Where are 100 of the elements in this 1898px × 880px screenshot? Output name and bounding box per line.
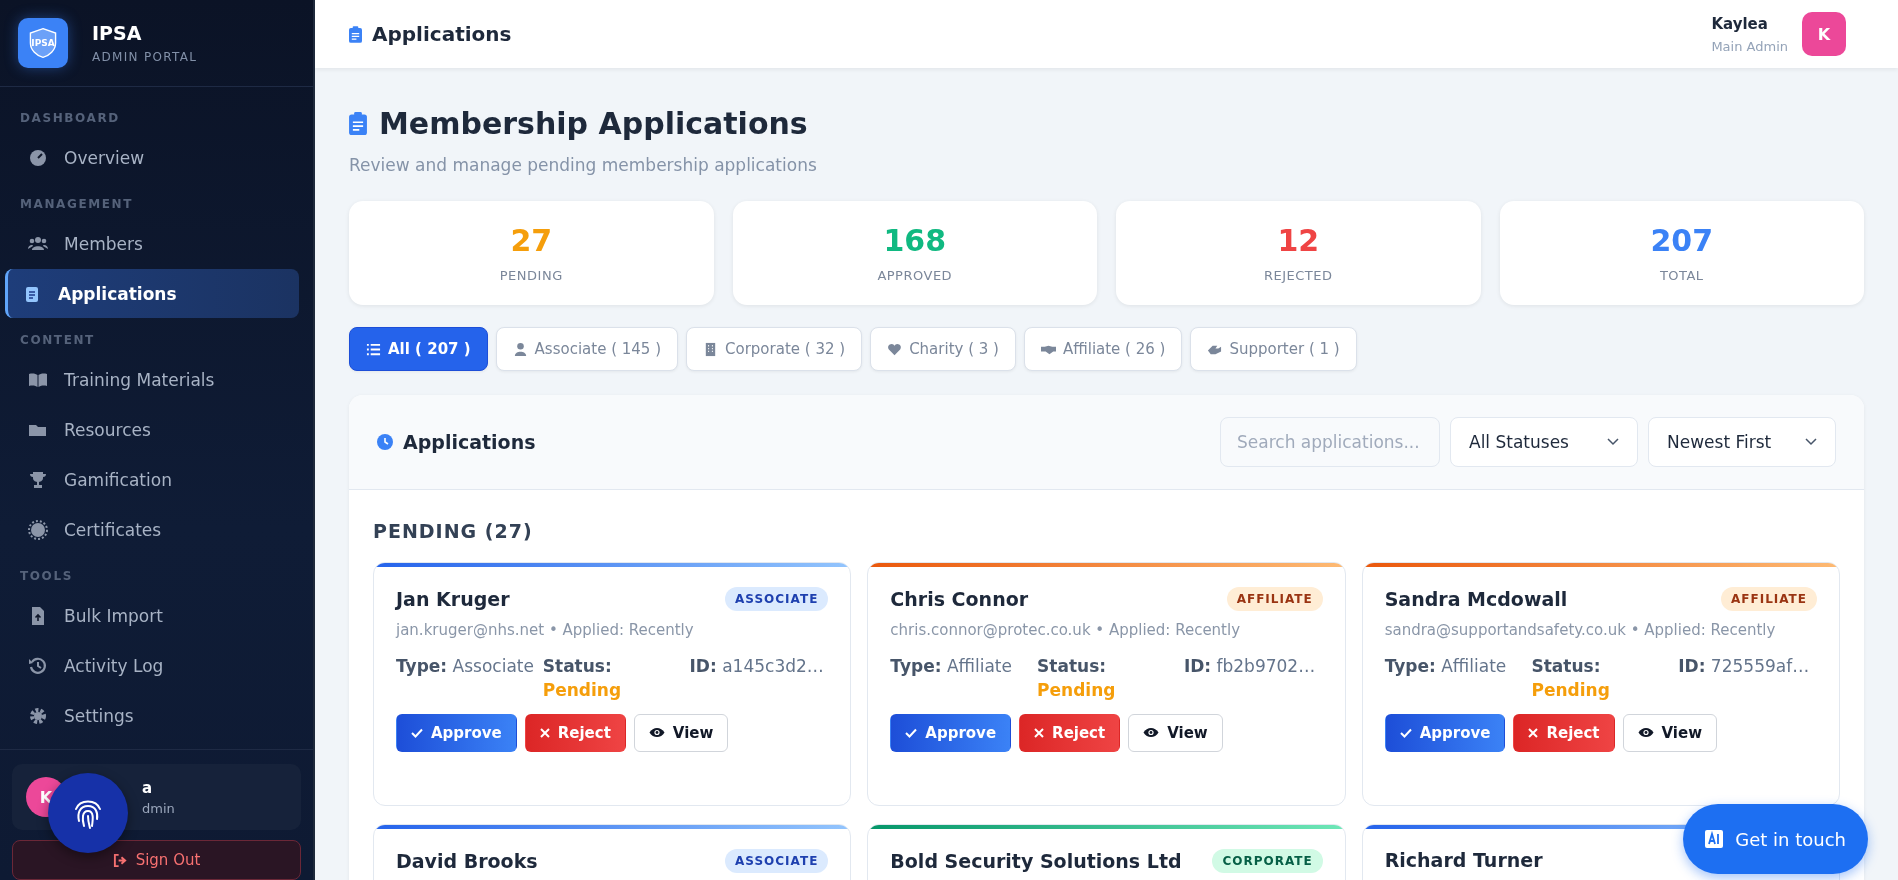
status-value: Pending — [1037, 679, 1117, 700]
user-avatar[interactable]: K — [1802, 12, 1846, 56]
close-icon — [1528, 727, 1539, 738]
nav-item[interactable]: Members — [5, 219, 299, 268]
approve-button[interactable]: Approve — [396, 713, 517, 752]
user-role: dmin — [142, 800, 175, 816]
stat-value: 207 — [1650, 223, 1714, 258]
type-badge: AFFILIATE — [1721, 587, 1817, 611]
nav-item[interactable]: Settings — [5, 691, 299, 740]
type-badge: ASSOCIATE — [725, 849, 829, 873]
stat-label: REJECTED — [1263, 268, 1333, 283]
eye-icon — [1143, 727, 1160, 738]
nav-item[interactable]: Activity Log — [5, 641, 299, 690]
id-field: ID: fb2b9702… — [1183, 655, 1323, 700]
header-title: Applications — [372, 22, 512, 46]
filter-tab[interactable]: Associate ( 145 ) — [495, 327, 679, 371]
nav-item[interactable]: Applications — [5, 269, 299, 318]
close-icon — [1034, 727, 1045, 738]
filter-tab[interactable]: All ( 207 ) — [349, 327, 488, 371]
nav-item[interactable]: Resources — [5, 405, 299, 454]
clipboard-icon — [349, 25, 362, 43]
page-subtitle: Review and manage pending membership applications — [349, 155, 818, 175]
applicant-meta: jan.kruger@nhs.net • Applied: Recently — [396, 620, 695, 641]
brand-subtitle: ADMIN PORTAL — [92, 50, 198, 64]
filter-tab[interactable]: Supporter ( 1 ) — [1190, 327, 1357, 371]
type-field: Type: Associate — [396, 655, 535, 700]
chevron-down-icon — [1805, 438, 1817, 446]
stat-label: PENDING — [499, 268, 563, 283]
type-field: Type: Affiliate — [890, 655, 1030, 700]
chat-icon — [1705, 830, 1724, 848]
check-icon — [411, 727, 423, 738]
reject-button[interactable]: Reject — [1019, 713, 1121, 752]
user-role: Main Admin — [1711, 38, 1788, 54]
get-in-touch-button[interactable]: Get in touch — [1683, 804, 1868, 874]
applicant-name: Richard Turner — [1384, 849, 1543, 871]
clock-icon — [377, 434, 393, 450]
status-label: Status: — [542, 655, 613, 676]
applicant-name: Bold Security Solutions Ltd — [890, 850, 1182, 872]
filter-tab[interactable]: Charity ( 3 ) — [870, 327, 1016, 371]
applicant-name: David Brooks — [396, 850, 538, 872]
panel-title: Applications — [403, 431, 536, 453]
applicant-name: Jan Kruger — [396, 588, 510, 610]
nav-item[interactable]: Gamification — [5, 455, 299, 504]
filter-tab[interactable]: Affiliate ( 26 ) — [1023, 327, 1183, 371]
heart-icon — [887, 341, 903, 357]
applicant-name: Sandra Mcdowall — [1384, 588, 1568, 610]
applicant-meta: sandra@supportandsafety.co.uk • Applied: Recently — [1384, 620, 1777, 641]
list-icon — [366, 341, 381, 357]
page-title: Membership Applications — [379, 106, 808, 141]
status-dropdown[interactable]: All Statuses — [1450, 417, 1638, 467]
nav-item[interactable]: Overview — [5, 133, 299, 182]
brand-title: IPSA — [92, 22, 143, 44]
sort-dropdown[interactable]: Newest First — [1648, 417, 1836, 467]
eye-icon — [648, 727, 665, 738]
check-icon — [905, 727, 918, 738]
section-label: TOOLS — [19, 568, 74, 585]
stat-label: TOTAL — [1659, 268, 1704, 283]
status-label: Status: — [1531, 655, 1602, 676]
nav-item[interactable]: Training Materials — [5, 355, 299, 404]
type-badge: CORPORATE — [1212, 849, 1323, 873]
type-field: Type: Affiliate — [1384, 655, 1524, 700]
gauge-icon — [28, 147, 48, 168]
view-button[interactable]: View — [1128, 713, 1223, 752]
user-name: Kaylea — [1711, 14, 1769, 33]
approve-button[interactable]: Approve — [1384, 713, 1506, 752]
section-label: CONTENT — [19, 332, 96, 349]
id-field: ID: a145c3d2… — [689, 655, 829, 700]
trophy-icon — [28, 469, 48, 490]
nav-item[interactable]: Certificates — [5, 505, 299, 554]
applicant-name: Chris Connor — [890, 588, 1029, 610]
nav-item[interactable]: Bulk Import — [5, 591, 299, 640]
eye-icon — [1637, 727, 1654, 738]
history-icon — [28, 655, 48, 676]
status-value: Pending — [542, 679, 623, 700]
approve-button[interactable]: Approve — [890, 713, 1012, 752]
stat-value: 168 — [883, 223, 947, 258]
type-badge: ASSOCIATE — [725, 587, 829, 611]
reject-button[interactable]: Reject — [524, 713, 626, 752]
section-label: MANAGEMENT — [19, 196, 134, 213]
search-field[interactable]: Search applications... — [1220, 417, 1440, 467]
stat-label: APPROVED — [877, 268, 953, 283]
stat-value: 27 — [510, 223, 553, 258]
group-title: PENDING (27) — [373, 520, 534, 542]
chevron-down-icon — [1607, 438, 1619, 446]
clipboard-icon — [349, 112, 367, 135]
status-label: Status: — [1037, 655, 1108, 676]
user-name: a — [142, 778, 154, 797]
settings-icon — [28, 705, 48, 726]
sign-out-button[interactable]: Sign Out — [12, 840, 301, 880]
sign-out-icon — [112, 852, 128, 868]
close-icon — [539, 727, 550, 738]
stat-value: 12 — [1277, 223, 1320, 258]
logo-text: IPSA — [31, 38, 55, 48]
view-button[interactable]: View — [633, 713, 729, 752]
reject-button[interactable]: Reject — [1513, 713, 1615, 752]
filter-tab[interactable]: Corporate ( 32 ) — [686, 327, 863, 371]
applicant-meta: chris.connor@protec.co.uk • Applied: Recently — [890, 620, 1242, 641]
section-label: DASHBOARD — [19, 110, 121, 127]
view-button[interactable]: View — [1622, 713, 1718, 752]
user-icon — [512, 341, 528, 357]
